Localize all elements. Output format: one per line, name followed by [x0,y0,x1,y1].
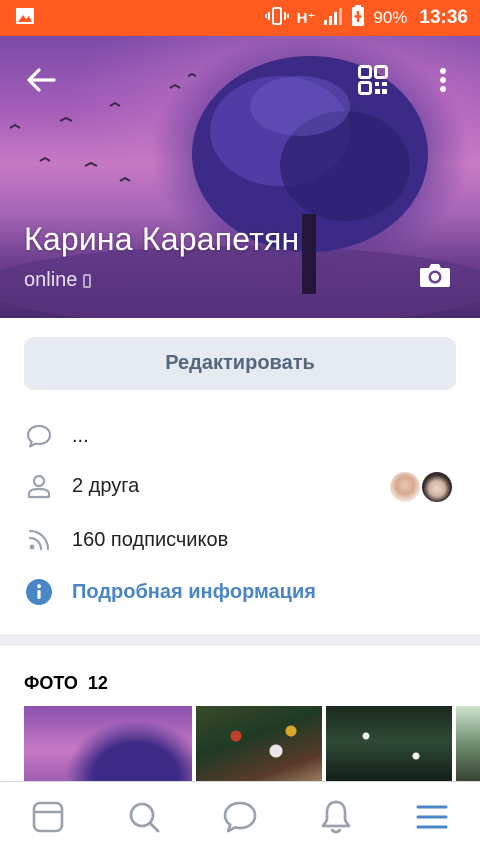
status-bar: H⁺ 90% 13:36 [0,0,480,36]
photos-count: 12 [87,673,108,693]
friend-avatar[interactable] [420,470,454,504]
friends-count: 2 друга [72,474,140,497]
edit-profile-button[interactable]: Редактировать [24,337,456,390]
battery-charging-icon [351,4,365,32]
arrow-left-icon [27,68,56,92]
nav-search-button[interactable] [120,796,168,838]
mobile-phone-icon [83,273,92,288]
friend-avatars[interactable] [388,470,458,504]
info-icon [24,577,54,607]
photos-header[interactable]: ФОТО 12 [24,673,108,694]
qr-code-button[interactable] [352,60,394,100]
online-status: online [24,269,92,292]
qr-code-icon [358,65,388,95]
notifications-icon [321,800,351,834]
status-text: ... [72,424,89,447]
profile-info-card: Редактировать ... 2 друга 160 подписчико… [0,318,480,634]
messages-icon [223,801,257,833]
user-icon [24,471,54,501]
details-link[interactable]: Подробная информация [72,581,316,604]
photos-section: ФОТО 12 [0,646,480,786]
vibrate-icon [264,6,289,31]
bottom-navigation [0,781,480,854]
search-icon [129,802,160,833]
network-type: H⁺ [296,10,316,27]
battery-level: 90% [373,8,408,27]
more-vertical-icon [440,68,446,92]
photo-thumbnail[interactable] [24,706,192,786]
photo-thumbnail[interactable] [196,706,322,786]
clock: 13:36 [419,7,468,28]
gallery-notification-icon [14,5,36,32]
followers-count: 160 подписчиков [72,528,229,551]
nav-messages-button[interactable] [216,796,264,838]
online-status-text: online [24,269,78,291]
back-button[interactable] [18,60,64,100]
change-cover-button[interactable] [414,258,456,292]
friends-row[interactable]: 2 друга [0,463,480,509]
nav-news-button[interactable] [24,796,72,838]
photos-label: ФОТО [24,673,78,693]
photos-strip [24,706,480,786]
profile-name: Карина Карапетян [24,221,300,257]
friend-avatar[interactable] [388,470,422,504]
nav-menu-button[interactable] [408,796,456,838]
signal-icon [323,6,343,31]
rss-icon [24,525,54,555]
photo-thumbnail[interactable] [326,706,452,786]
more-options-button[interactable] [428,60,458,100]
details-row[interactable]: Подробная информация [0,569,480,615]
camera-icon [420,264,450,287]
nav-notifications-button[interactable] [312,796,360,838]
news-feed-icon [32,801,64,833]
menu-icon [416,805,448,829]
status-row[interactable]: ... [0,413,480,459]
speech-bubble-icon [24,421,54,451]
profile-cover[interactable]: Карина Карапетян online [0,36,480,318]
followers-row[interactable]: 160 подписчиков [0,517,480,563]
photo-thumbnail[interactable] [456,706,480,786]
